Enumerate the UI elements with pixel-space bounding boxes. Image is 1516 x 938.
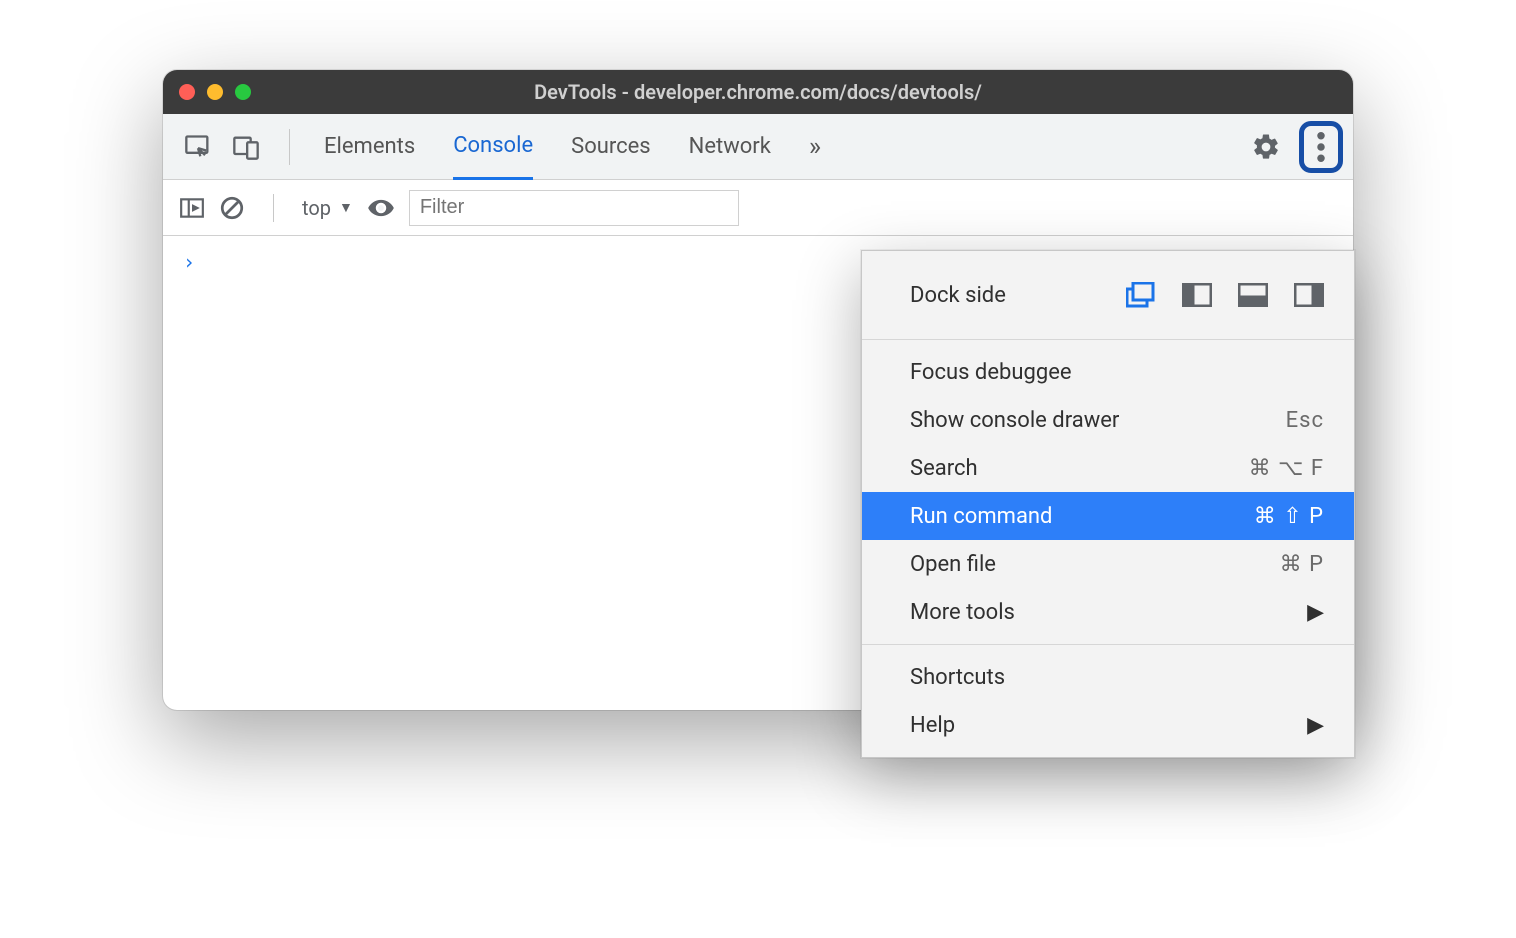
context-label: top — [302, 196, 331, 220]
customize-devtools-button[interactable] — [1299, 121, 1343, 173]
dropdown-triangle-icon: ▼ — [339, 199, 353, 216]
menu-item-help[interactable]: Help ▶ — [862, 701, 1354, 749]
window-controls — [179, 84, 251, 100]
menu-item-more-tools[interactable]: More tools ▶ — [862, 588, 1354, 636]
dock-left-icon[interactable] — [1182, 283, 1212, 307]
settings-gear-icon[interactable] — [1251, 132, 1281, 162]
tab-elements[interactable]: Elements — [324, 114, 415, 179]
menu-item-shortcuts[interactable]: Shortcuts — [862, 653, 1354, 701]
menu-item-run-command[interactable]: Run command ⌘ ⇧ P — [862, 492, 1354, 540]
more-tabs-button[interactable]: » — [809, 114, 821, 179]
menu-item-search[interactable]: Search ⌘ ⌥ F — [862, 444, 1354, 492]
menu-item-open-file[interactable]: Open file ⌘ P — [862, 540, 1354, 588]
main-toolbar: Elements Console Sources Network » — [163, 114, 1353, 180]
submenu-arrow-icon: ▶ — [1307, 600, 1324, 625]
console-filter-input[interactable] — [409, 190, 739, 226]
submenu-arrow-icon: ▶ — [1307, 713, 1324, 738]
live-expression-eye-icon[interactable] — [367, 194, 395, 222]
window-title: DevTools - developer.chrome.com/docs/dev… — [534, 80, 982, 104]
tab-network[interactable]: Network — [689, 114, 771, 179]
zoom-window-button[interactable] — [235, 84, 251, 100]
console-prompt-icon: › — [183, 250, 195, 274]
tab-sources[interactable]: Sources — [571, 114, 651, 179]
dock-undock-icon[interactable] — [1126, 283, 1156, 307]
customize-menu-popup: Dock side — [861, 250, 1355, 758]
execution-context-selector[interactable]: top ▼ — [302, 196, 353, 220]
titlebar: DevTools - developer.chrome.com/docs/dev… — [163, 70, 1353, 114]
menu-item-focus-debuggee[interactable]: Focus debuggee — [862, 348, 1354, 396]
tab-console[interactable]: Console — [453, 115, 533, 180]
toolbar-divider — [289, 129, 290, 165]
clear-console-icon[interactable] — [219, 195, 245, 221]
console-divider — [273, 194, 274, 222]
panel-tabs: Elements Console Sources Network » — [324, 114, 821, 179]
inspect-element-icon[interactable] — [179, 128, 217, 166]
console-toolbar: top ▼ — [163, 180, 1353, 236]
minimize-window-button[interactable] — [207, 84, 223, 100]
device-toolbar-icon[interactable] — [227, 128, 265, 166]
close-window-button[interactable] — [179, 84, 195, 100]
menu-item-show-console-drawer[interactable]: Show console drawer Esc — [862, 396, 1354, 444]
dock-bottom-icon[interactable] — [1238, 283, 1268, 307]
toggle-console-sidebar-icon[interactable] — [179, 195, 205, 221]
dock-side-row: Dock side — [862, 259, 1354, 331]
devtools-window: DevTools - developer.chrome.com/docs/dev… — [163, 70, 1353, 710]
dock-right-icon[interactable] — [1294, 283, 1324, 307]
dock-side-label: Dock side — [910, 283, 1006, 308]
